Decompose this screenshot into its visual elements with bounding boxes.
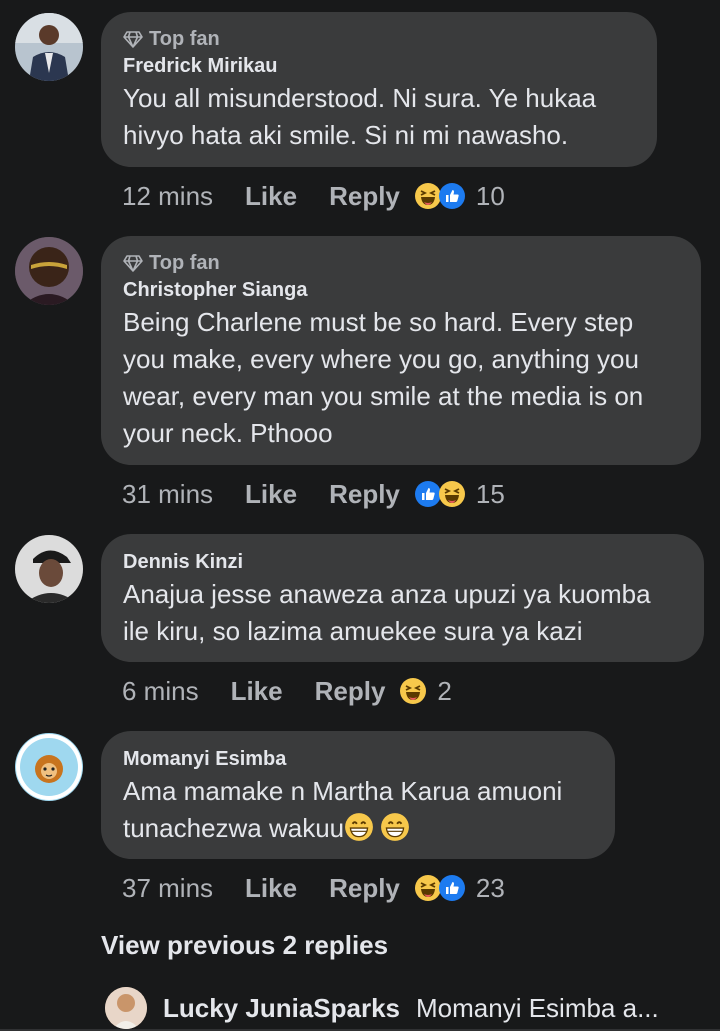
- reply-button[interactable]: Reply: [329, 181, 400, 212]
- reactions[interactable]: [414, 480, 466, 508]
- comment-bubble: Dennis Kinzi Anajua jesse anaweza anza u…: [101, 534, 704, 662]
- comment-bubble: Top fan Fredrick Mirikau You all misunde…: [101, 12, 657, 167]
- reactions[interactable]: [414, 182, 466, 210]
- like-button[interactable]: Like: [245, 181, 297, 212]
- like-icon: [438, 183, 465, 209]
- reaction-count: 23: [475, 872, 505, 903]
- comment-actions: 6 mins Like Reply 2: [122, 671, 452, 711]
- haha-icon: [400, 678, 427, 704]
- reaction-count: 2: [437, 675, 452, 706]
- reply-button[interactable]: Reply: [315, 676, 386, 707]
- timestamp[interactable]: 37 mins: [122, 873, 213, 904]
- grinning-emoji-icon: [345, 813, 374, 841]
- timestamp[interactable]: 12 mins: [122, 181, 213, 212]
- top-fan-badge: Top fan: [123, 26, 635, 52]
- reply-preview[interactable]: Lucky JuniaSparks Momanyi Esimba a...: [105, 985, 659, 1031]
- author-name[interactable]: Fredrick Mirikau: [123, 52, 635, 80]
- diamond-icon: [123, 31, 143, 48]
- grinning-emoji-icon: [381, 813, 410, 841]
- diamond-icon: [123, 255, 143, 272]
- reply-preview-text: Momanyi Esimba a...: [416, 992, 659, 1023]
- author-name[interactable]: Christopher Sianga: [123, 276, 679, 304]
- comment-text-content: Ama mamake n Martha Karua amuoni tunache…: [123, 776, 563, 843]
- comment-actions: 12 mins Like Reply 10: [122, 176, 505, 216]
- comment-bubble: Top fan Christopher Sianga Being Charlen…: [101, 236, 701, 465]
- avatar[interactable]: [15, 237, 83, 305]
- comment-bubble: Momanyi Esimba Ama mamake n Martha Karua…: [101, 731, 615, 859]
- badge-label: Top fan: [149, 251, 220, 274]
- author-name[interactable]: Dennis Kinzi: [123, 548, 682, 576]
- comment-text: Ama mamake n Martha Karua amuoni tunache…: [123, 773, 593, 847]
- author-name[interactable]: Momanyi Esimba: [123, 745, 593, 773]
- like-button[interactable]: Like: [245, 479, 297, 510]
- comment-text: Being Charlene must be so hard. Every st…: [123, 307, 644, 448]
- haha-icon: [438, 481, 465, 507]
- reply-author-name[interactable]: Lucky JuniaSparks: [163, 993, 400, 1024]
- avatar[interactable]: [15, 535, 83, 603]
- like-button[interactable]: Like: [245, 873, 297, 904]
- avatar[interactable]: [15, 733, 83, 801]
- avatar[interactable]: [15, 13, 83, 81]
- reactions[interactable]: [414, 874, 466, 902]
- comment-text: You all misunderstood. Ni sura. Ye hukaa…: [123, 83, 597, 150]
- timestamp[interactable]: 31 mins: [122, 479, 213, 510]
- comment-text: Anajua jesse anaweza anza upuzi ya kuomb…: [123, 579, 651, 646]
- comment-actions: 31 mins Like Reply 15: [122, 474, 505, 514]
- view-previous-replies-link[interactable]: View previous 2 replies: [101, 930, 388, 961]
- reaction-count: 15: [475, 478, 505, 509]
- timestamp[interactable]: 6 mins: [122, 676, 199, 707]
- comment-actions: 37 mins Like Reply 23: [122, 868, 505, 908]
- avatar[interactable]: [105, 987, 147, 1029]
- reactions[interactable]: [399, 677, 427, 705]
- top-fan-badge: Top fan: [123, 250, 679, 276]
- like-button[interactable]: Like: [231, 676, 283, 707]
- reply-button[interactable]: Reply: [329, 873, 400, 904]
- badge-label: Top fan: [149, 27, 220, 50]
- like-icon: [438, 875, 465, 901]
- reply-button[interactable]: Reply: [329, 479, 400, 510]
- reaction-count: 10: [475, 180, 505, 211]
